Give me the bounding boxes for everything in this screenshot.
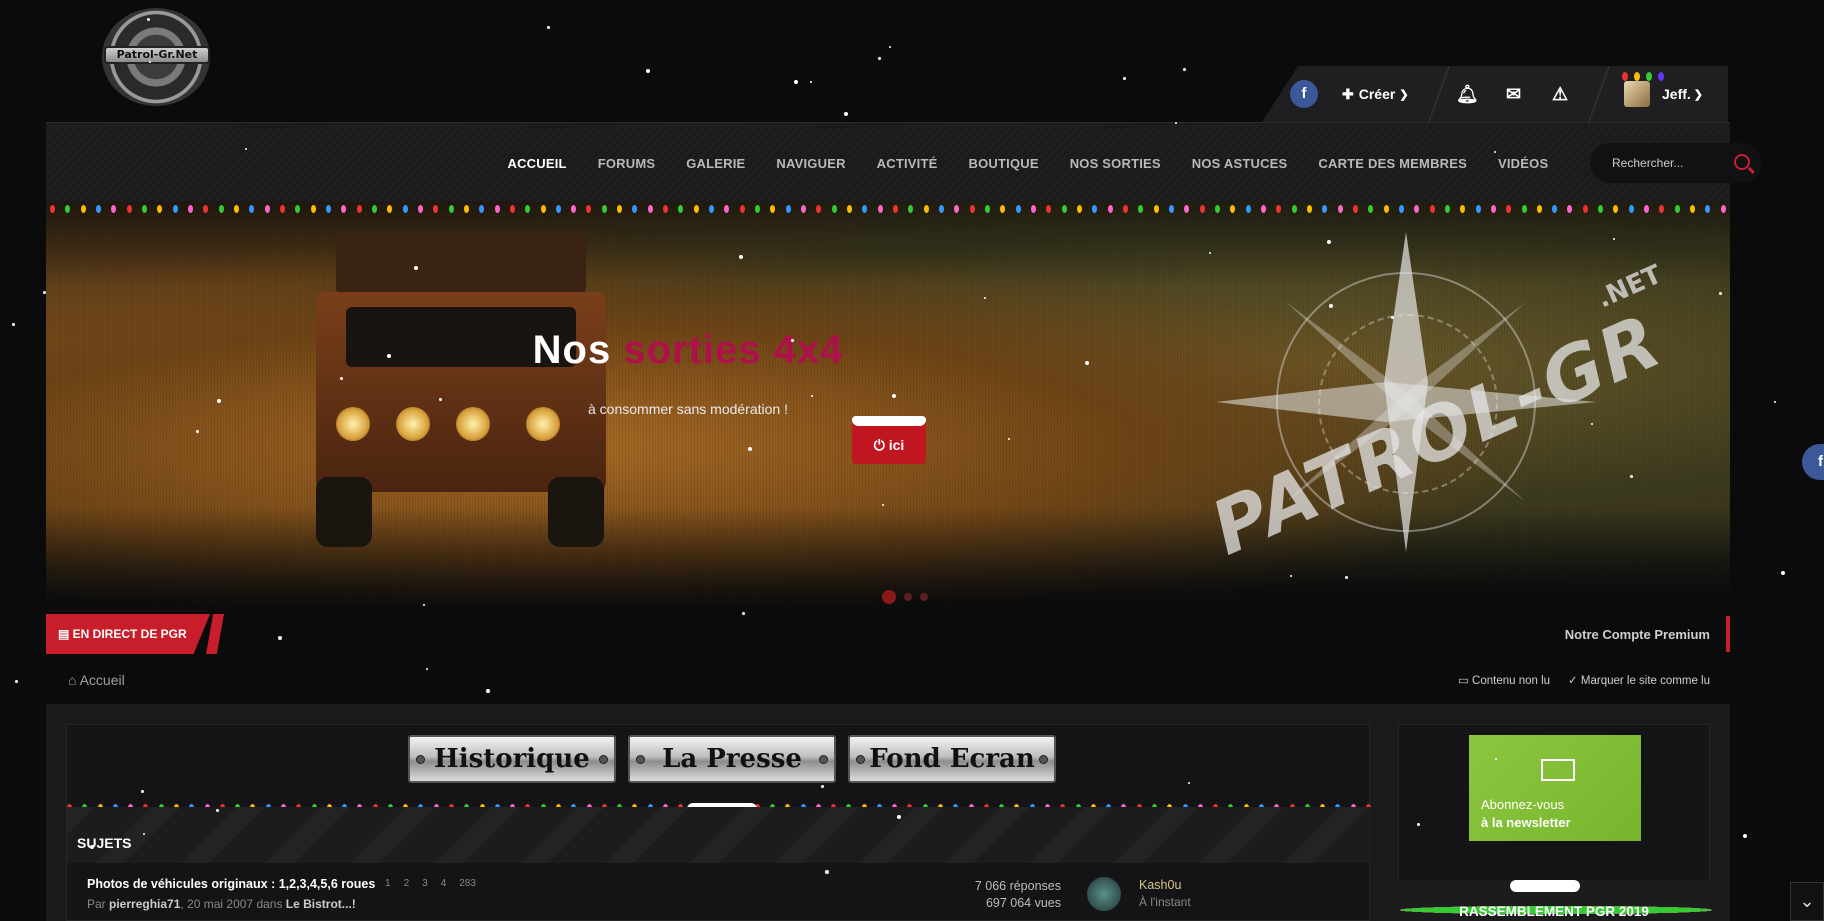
nav-item-carte-des-membres[interactable]: CARTE DES MEMBRES <box>1303 156 1483 171</box>
avatar <box>1624 81 1650 107</box>
newsletter-banner[interactable]: Abonnez-vous à la newsletter <box>1469 735 1641 841</box>
plaque-button-historique[interactable]: Historique <box>408 735 616 783</box>
avatar[interactable] <box>1087 877 1121 911</box>
facebook-icon: f <box>1290 80 1318 108</box>
unread-content-link[interactable]: ▭ Contenu non lu <box>1458 673 1550 687</box>
page-link[interactable]: 2 <box>404 878 410 889</box>
plus-icon: ✚ <box>1342 85 1354 102</box>
page-link[interactable]: 1 <box>385 878 391 889</box>
live-label: ▤ EN DIRECT DE PGR <box>58 627 187 641</box>
replies-count: 7 066 réponses <box>974 879 1061 893</box>
newsletter-line2: à la newsletter <box>1481 815 1571 830</box>
divider <box>1427 66 1451 122</box>
topic-pagination: 1 2 3 4 283 <box>385 878 476 889</box>
live-ticker-bar: ▤ EN DIRECT DE PGR Notre Compte Premium <box>46 614 1730 656</box>
search-box <box>1590 143 1762 183</box>
page-link[interactable]: 283 <box>459 878 476 889</box>
site-logo[interactable]: Patrol-Gr.Net <box>92 6 222 106</box>
unread-icon: ▭ <box>1457 675 1473 687</box>
nav-item-boutique[interactable]: BOUTIQUE <box>953 156 1054 171</box>
page-link[interactable]: 3 <box>422 878 428 889</box>
nav-item-nos-sorties[interactable]: NOS SORTIES <box>1054 156 1176 171</box>
slider-dots <box>882 590 928 604</box>
slider-dot[interactable] <box>882 590 896 604</box>
hero-cta-button[interactable]: ⏻ ici <box>852 416 926 464</box>
topic-meta: Par pierreghia71, 20 mai 2007 dans Le Bi… <box>87 897 356 911</box>
live-slash <box>206 614 224 654</box>
christmas-lights <box>50 202 1726 216</box>
rassemblement-title: RASSEMBLEMENT PGR 2019 <box>1459 904 1649 919</box>
mark-site-read-link[interactable]: ✓ Marquer le site comme lu <box>1568 673 1710 687</box>
last-post-time: À l'instant <box>1139 895 1191 909</box>
plaque-button-la-presse[interactable]: La Presse <box>628 735 836 783</box>
breadcrumb-bar: ⌂ Accueil ▭ Contenu non lu ✓ Marquer le … <box>46 656 1730 704</box>
chevron-down-icon: ❯ <box>1693 88 1704 101</box>
facebook-link[interactable]: f <box>1290 66 1318 122</box>
snow-cap <box>1510 880 1580 892</box>
envelope-icon <box>1541 759 1575 781</box>
main-navbar: ACCUEIL FORUMS GALERIE NAVIGUER ACTIVITÉ BOUT… <box>46 122 1762 203</box>
home-icon: ⌂ <box>68 672 80 688</box>
breadcrumb[interactable]: ⌂ Accueil <box>68 672 125 688</box>
warning-icon[interactable]: ⚠ <box>1552 66 1568 122</box>
last-poster-name[interactable]: Kash0u <box>1139 878 1181 892</box>
topics-header: SUJETS <box>67 807 1371 863</box>
power-icon: ⏻ <box>873 437 889 453</box>
chevron-down-icon: ❯ <box>1399 88 1409 101</box>
hero-title-accent: sorties 4x4 <box>623 328 844 372</box>
topic-stats: 7 066 réponses 697 064 vues <box>941 878 1061 912</box>
live-badge: ▤ EN DIRECT DE PGR <box>46 614 210 654</box>
premium-account-link[interactable]: Notre Compte Premium <box>1565 627 1710 642</box>
nav-item-vid-os[interactable]: VIDÉOS <box>1482 156 1563 171</box>
hero-slider: PATROL-GR .NET Nos sorties 4x4 à consomm… <box>46 202 1730 610</box>
topic-title-link[interactable]: Photos de véhicules originaux : 1,2,3,4,… <box>87 877 375 891</box>
slider-dot[interactable] <box>920 593 928 601</box>
page-link[interactable]: 4 <box>441 878 447 889</box>
page: Patrol-Gr.Net f ✚ Créer ❯ 🔔︎ ✉ ⚠ Jeff. ❯… <box>0 0 1824 921</box>
divider <box>1587 66 1611 122</box>
rassemblement-widget: RASSEMBLEMENT PGR 2019 <box>1398 880 1712 921</box>
christmas-bulbs <box>1622 72 1664 81</box>
table-row[interactable]: Photos de véhicules originaux : 1,2,3,4,… <box>67 873 1371 921</box>
snow-cap <box>852 416 926 426</box>
hero-title: Nos sorties 4x4 <box>46 328 1530 373</box>
notifications-bell-icon[interactable]: 🔔︎ <box>1456 66 1479 122</box>
hero-subtitle: à consommer sans modération ! <box>588 401 788 417</box>
side-facebook-icon[interactable]: f <box>1802 444 1824 480</box>
search-icon[interactable] <box>1734 154 1750 170</box>
nav-item-forums[interactable]: FORUMS <box>582 156 671 171</box>
right-sidebar: Abonnez-vous à la newsletter <box>1398 724 1710 896</box>
topic-author[interactable]: pierreghia71 <box>109 897 180 911</box>
user-name: Jeff. <box>1662 86 1691 102</box>
breadcrumb-home: Accueil <box>79 672 125 688</box>
views-count: 697 064 vues <box>985 896 1061 910</box>
check-icon: ✓ <box>1568 675 1581 687</box>
create-menu[interactable]: ✚ Créer ❯ <box>1342 66 1409 122</box>
left-column: Historique La Presse Fond Ecran SUJETS Pho… <box>66 724 1371 921</box>
topic-forum-link[interactable]: Le Bistrot...! <box>286 897 356 911</box>
plaque-buttons: Historique La Presse Fond Ecran <box>67 735 1371 783</box>
nav-item-activit-[interactable]: ACTIVITÉ <box>861 156 953 171</box>
search-input[interactable] <box>1590 143 1730 183</box>
create-label: Créer <box>1358 86 1396 102</box>
nav-item-galerie[interactable]: GALERIE <box>671 156 761 171</box>
nav-item-accueil[interactable]: ACCUEIL <box>492 156 582 171</box>
logo-text: Patrol-Gr.Net <box>104 46 210 64</box>
ticker-icon: ▤ <box>58 627 73 641</box>
slider-dot[interactable] <box>904 593 912 601</box>
topics-title: SUJETS <box>77 835 132 851</box>
hero-title-plain: Nos <box>532 328 624 372</box>
messages-envelope-icon[interactable]: ✉ <box>1506 66 1521 122</box>
newsletter-line1: Abonnez-vous <box>1481 797 1565 812</box>
ticker-edge <box>1726 616 1730 652</box>
truck-image <box>296 222 626 552</box>
nav-item-nos-astuces[interactable]: NOS ASTUCES <box>1176 156 1303 171</box>
hero-cta-label: ici <box>888 437 905 453</box>
nav-menu: ACCUEIL FORUMS GALERIE NAVIGUER ACTIVITÉ BOUT… <box>492 123 1564 203</box>
breadcrumb-actions: ▭ Contenu non lu ✓ Marquer le site comme… <box>1458 673 1710 687</box>
nav-item-naviguer[interactable]: NAVIGUER <box>761 156 861 171</box>
scroll-down-button[interactable]: ⌄ <box>1790 882 1824 921</box>
plaque-button-fond-ecran[interactable]: Fond Ecran <box>848 735 1056 783</box>
